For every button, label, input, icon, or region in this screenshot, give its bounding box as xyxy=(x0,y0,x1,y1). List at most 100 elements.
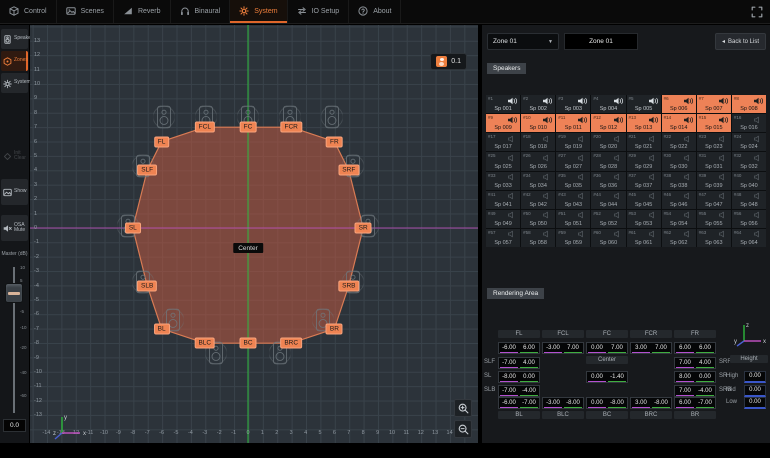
canvas-center-label[interactable]: Center xyxy=(233,243,263,253)
value-x: 7.00 xyxy=(676,386,694,396)
tab-reverb[interactable]: Reverb xyxy=(114,0,171,23)
height-value-mid[interactable]: 0.00 xyxy=(744,385,766,397)
canvas-object-label-srb[interactable]: SRB xyxy=(338,280,359,291)
tab-control[interactable]: Control xyxy=(0,0,57,23)
rendering-label-fcl: FCL xyxy=(542,330,584,338)
rendering-label-brc: BRC xyxy=(630,411,672,419)
canvas-object-label-sr[interactable]: SR xyxy=(355,223,372,234)
x-axis-tick: 12 xyxy=(418,430,424,436)
rendering-value-slf[interactable]: -7.004.00 xyxy=(498,357,540,369)
sidebar-item-zones[interactable]: Zones xyxy=(1,51,28,71)
canvas-object-label-srf[interactable]: SRF xyxy=(338,165,359,176)
x-axis-tick: -6 xyxy=(159,430,164,436)
canvas-object-label-br[interactable]: BR xyxy=(326,323,343,334)
rendering-value-fcr[interactable]: 3.007.00 xyxy=(630,342,672,354)
rendering-value-fl[interactable]: -6.006.00 xyxy=(498,342,540,354)
rendering-value-srb[interactable]: 7.00-4.00 xyxy=(674,385,716,397)
rendering-value-br[interactable]: 6.00-7.00 xyxy=(674,397,716,409)
canvas-object-label-fc[interactable]: FC xyxy=(240,122,257,133)
binaural-icon xyxy=(180,6,191,17)
y-axis-tick: 13 xyxy=(34,38,40,44)
value-y: 4.00 xyxy=(520,358,538,368)
about-icon xyxy=(358,6,369,17)
x-axis-tick: -4 xyxy=(188,430,193,436)
svg-text:x: x xyxy=(83,431,86,437)
canvas-object-label-fl[interactable]: FL xyxy=(154,136,170,147)
x-axis-tick: 2 xyxy=(275,430,278,436)
value-x: -6.00 xyxy=(500,343,518,353)
canvas-object-label-slb[interactable]: SLB xyxy=(137,280,157,291)
axis-triad-icon: x y z xyxy=(52,413,88,441)
y-axis-tick: 3 xyxy=(34,182,37,188)
height-value-low[interactable]: 0.00 xyxy=(744,397,766,409)
canvas-object-label-bc[interactable]: BC xyxy=(239,338,256,349)
canvas-speaker-icon[interactable] xyxy=(154,104,175,130)
tab-label: Binaural xyxy=(195,8,221,15)
tool-init-clear[interactable]: Init Clear xyxy=(1,143,28,169)
value-y: 7.00 xyxy=(608,343,626,353)
height-value-high[interactable]: 0.00 xyxy=(744,371,766,383)
rendering-label-br: BR xyxy=(674,411,716,419)
value-x: 3.00 xyxy=(632,343,650,353)
x-axis-tick: -5 xyxy=(174,430,179,436)
master-db-label: Master (dB) xyxy=(0,251,29,257)
sidebar-item-speakers[interactable]: Speakers xyxy=(1,29,28,49)
tab-label: System xyxy=(254,8,277,15)
tab-io-setup[interactable]: IO Setup xyxy=(288,0,350,23)
master-fader-knob[interactable] xyxy=(5,283,23,303)
value-y: -1.40 xyxy=(608,372,626,382)
left-tool-rail: SpeakersZones System Init Clear Show OSA Mut… xyxy=(0,25,29,443)
value-y: -4.00 xyxy=(696,386,714,396)
sidebar-item-label: System xyxy=(14,80,31,86)
canvas-object-label-bl[interactable]: BL xyxy=(154,323,170,334)
x-axis-tick: 11 xyxy=(404,430,410,436)
tab-system[interactable]: System xyxy=(230,0,287,23)
canvas-object-label-blc[interactable]: BLC xyxy=(194,338,215,349)
diamond-icon xyxy=(3,152,12,161)
rendering-value-bc[interactable]: 0.00-8.00 xyxy=(586,397,628,409)
rendering-value-fcl[interactable]: -3.007.00 xyxy=(542,342,584,354)
canvas-object-label-brc[interactable]: BRC xyxy=(280,338,302,349)
rendering-value-fc[interactable]: 0.007.00 xyxy=(586,342,628,354)
y-axis-tick: 4 xyxy=(34,167,37,173)
canvas-object-label-sl[interactable]: SL xyxy=(125,223,141,234)
tab-binaural[interactable]: Binaural xyxy=(171,0,231,23)
rendering-label-bc: BC xyxy=(586,411,628,419)
rendering-value-fr[interactable]: 6.006.00 xyxy=(674,342,716,354)
x-axis-tick: -3 xyxy=(202,430,207,436)
rendering-value-slb[interactable]: -7.00-4.00 xyxy=(498,385,540,397)
tab-scenes[interactable]: Scenes xyxy=(57,0,114,23)
rendering-value-srf[interactable]: 7.004.00 xyxy=(674,357,716,369)
zone-polygon-layer xyxy=(30,25,478,443)
y-axis-tick: 8 xyxy=(34,110,37,116)
y-axis-tick: 9 xyxy=(34,95,37,101)
sidebar-item-system[interactable]: System xyxy=(1,73,28,93)
rendering-value-sr[interactable]: 8.000.00 xyxy=(674,371,716,383)
rendering-label-slf: SLF xyxy=(484,359,495,365)
rendering-value-sl[interactable]: -8.000.00 xyxy=(498,371,540,383)
fullscreen-icon[interactable] xyxy=(751,6,763,18)
canvas-object-label-fr[interactable]: FR xyxy=(326,136,343,147)
rendering-value-blc[interactable]: -3.00-8.00 xyxy=(542,397,584,409)
rendering-value-bl[interactable]: -6.00-7.00 xyxy=(498,397,540,409)
x-axis-tick: -7 xyxy=(145,430,150,436)
canvas-object-label-fcr[interactable]: FCR xyxy=(281,122,302,133)
canvas-speaker-icon[interactable] xyxy=(321,104,342,130)
tool-osa-mute[interactable]: OSA Mute xyxy=(1,215,28,241)
zone-canvas[interactable]: 0.1 FLFCLFCFCRFRSRFSRSRBBRBRCBCBLCBLSLBS… xyxy=(30,25,478,443)
zoom-out-button[interactable] xyxy=(454,420,472,438)
canvas-object-label-slf[interactable]: SLF xyxy=(137,165,157,176)
svg-text:z: z xyxy=(746,323,749,329)
rendering-value-center[interactable]: 0.00-1.40 xyxy=(586,371,628,383)
rendering-value-brc[interactable]: 3.00-8.00 xyxy=(630,397,672,409)
rendering-label-sl: SL xyxy=(484,373,491,379)
value-x: -8.00 xyxy=(500,372,518,382)
value-x: 3.00 xyxy=(632,398,650,408)
y-axis-tick: -11 xyxy=(34,383,42,389)
tab-about[interactable]: About xyxy=(349,0,401,23)
canvas-object-label-fcl[interactable]: FCL xyxy=(195,122,215,133)
value-x: -7.00 xyxy=(500,386,518,396)
zoom-in-button[interactable] xyxy=(454,399,472,417)
svg-text:y: y xyxy=(64,415,67,421)
tool-show[interactable]: Show xyxy=(1,179,28,205)
